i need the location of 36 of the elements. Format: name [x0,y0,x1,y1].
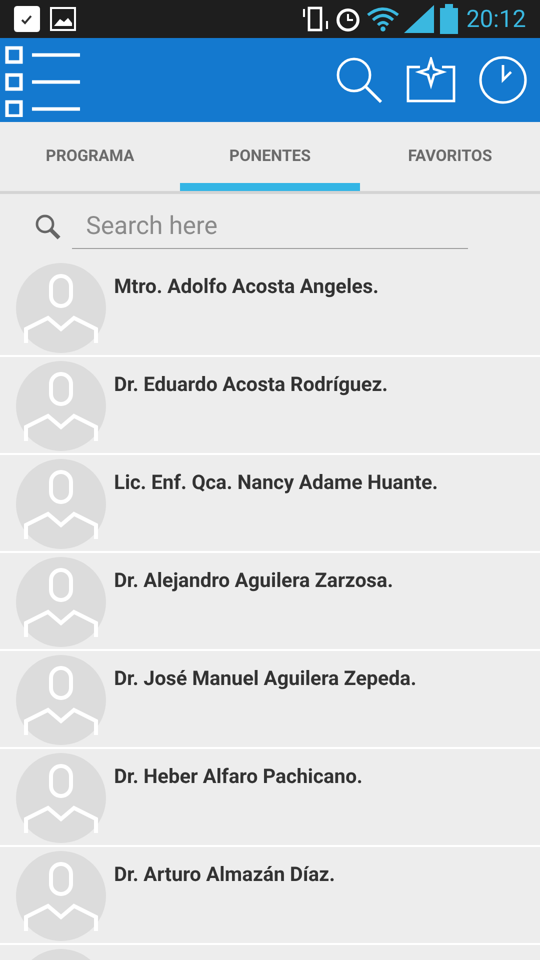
tab[interactable]: FAVORITOS [360,122,540,191]
signal-icon [404,5,434,33]
tab[interactable]: PROGRAMA [0,122,180,191]
history-button[interactable] [478,55,528,105]
speaker-name: Lic. Enf. Qca. Nancy Adame Huante. [114,469,438,496]
image-notification-icon [50,7,76,31]
favorites-button[interactable] [406,57,456,103]
vibrate-icon [300,5,330,33]
speaker-row[interactable]: Dr. Heber Alfaro Pachicano. [0,749,540,847]
avatar-icon [16,263,106,353]
avatar-icon [16,557,106,647]
wifi-icon [366,6,400,32]
speaker-name: Mtro. Adolfo Acosta Angeles. [114,273,379,300]
battery-icon [440,4,458,34]
avatar-icon [16,459,106,549]
speaker-row[interactable]: Dr. Arturo Almazán Díaz. [0,847,540,945]
speaker-name: Dr. Arturo Almazán Díaz. [114,861,336,888]
avatar-icon [16,655,106,745]
speaker-name: Dr. Heber Alfaro Pachicano. [114,763,363,790]
avatar-icon [16,851,106,941]
speaker-row[interactable]: Dr. José Manuel Aguilera Zepeda. [0,651,540,749]
checkbox-notification-icon [14,6,40,32]
tab[interactable]: PONENTES [180,122,360,191]
avatar-icon [16,361,106,451]
speaker-name: Dr. Eduardo Acosta Rodríguez. [114,371,388,398]
status-time: 20:12 [466,4,526,35]
speaker-name: Dr. José Manuel Aguilera Zepeda. [114,665,416,692]
search-field[interactable]: Search here [72,204,468,248]
speaker-name: Dr. Alejandro Aguilera Zarzosa. [114,567,394,594]
search-icon [34,212,62,240]
avatar-icon [16,753,106,843]
speaker-row[interactable]: Mtro. Adolfo Acosta Angeles. [0,259,540,357]
search-button[interactable] [334,55,384,105]
speaker-row[interactable]: Lic. Enf. Qca. Nancy Adame Huante. [0,455,540,553]
speaker-row[interactable]: Dr. Eduardo Acosta Rodríguez. [0,357,540,455]
speaker-row[interactable]: Dr. Alejandro Aguilera Zarzosa. [0,553,540,651]
